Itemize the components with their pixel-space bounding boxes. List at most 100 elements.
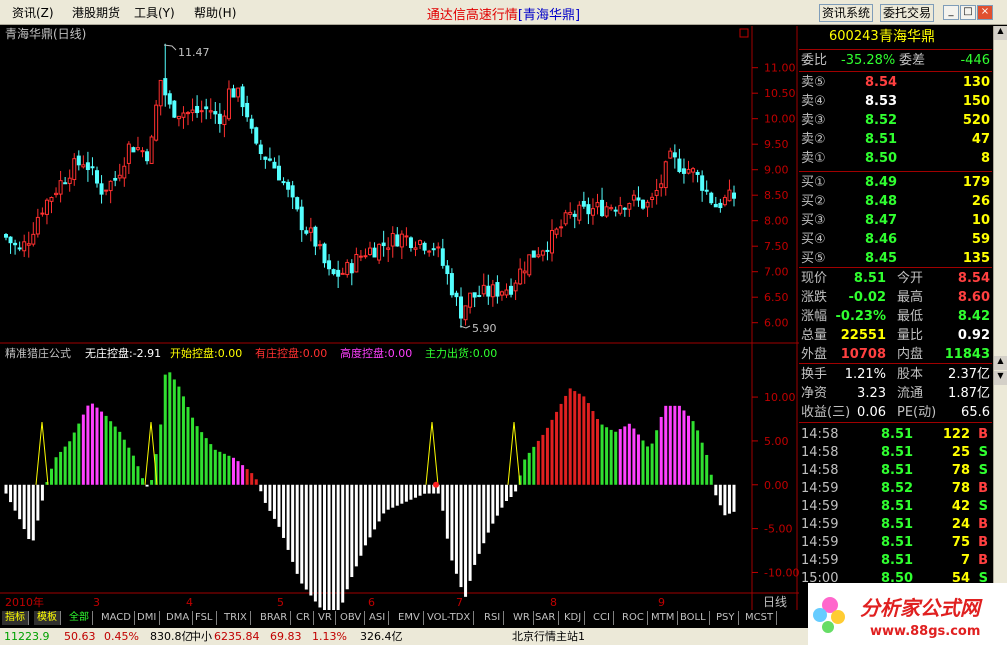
candle-body (654, 189, 659, 196)
tab-dma[interactable]: DMA (163, 611, 194, 625)
tab-roc[interactable]: ROC (619, 611, 648, 625)
tab-emv[interactable]: EMV (395, 611, 424, 625)
tab-sar[interactable]: SAR (532, 611, 560, 625)
price-tick-label: 10.50 (764, 87, 796, 100)
tab-fsl[interactable]: FSL (192, 611, 217, 625)
candle-body (290, 185, 295, 198)
tab-vr[interactable]: VR (315, 611, 336, 625)
sell-price: 8.52 (865, 113, 898, 128)
candle-body (390, 232, 395, 247)
tab-kdj[interactable]: KDJ (561, 611, 586, 625)
candle-body (518, 268, 523, 285)
indicator-bar (464, 484, 468, 597)
tab-dmi[interactable]: DMI (134, 611, 161, 625)
tab-全部[interactable]: 全部 (66, 611, 93, 625)
candle-body (267, 158, 272, 161)
indicator-bar (477, 484, 481, 554)
candle-body (99, 183, 104, 195)
period-label[interactable]: 日线 (763, 595, 787, 609)
indicator-bar (350, 484, 354, 578)
tab-psy[interactable]: PSY (713, 611, 739, 625)
indicator-bar (386, 484, 390, 510)
tab-brar[interactable]: BRAR (257, 611, 292, 625)
tab-rsi[interactable]: RSI (481, 611, 505, 625)
indicator-bar (59, 451, 63, 485)
candle-body (4, 234, 8, 238)
candle-body (636, 197, 641, 201)
candle-body (413, 247, 418, 250)
stat-value: -0.23% (835, 309, 887, 324)
candle-body (254, 127, 259, 144)
tick-price: 8.51 (881, 463, 914, 478)
candle-body (695, 171, 700, 175)
indicator-bar (22, 484, 26, 530)
tab-trix[interactable]: TRIX (221, 611, 251, 625)
tab-vol-tdx[interactable]: VOL-TDX (424, 611, 475, 625)
candle-body (336, 269, 341, 277)
indicator-bar (491, 484, 495, 524)
tick-side: B (978, 427, 988, 442)
menu-info[interactable]: 资讯(Z) (12, 4, 54, 21)
tab-obv[interactable]: OBV (337, 611, 366, 625)
candle-body (95, 170, 99, 184)
indicator-bar (514, 484, 518, 492)
indicator-bar (682, 410, 686, 485)
candle-body (76, 155, 81, 166)
menu-tools[interactable]: 工具(Y) (134, 4, 175, 21)
tab-mtm[interactable]: MTM (648, 611, 679, 625)
tab-指标[interactable]: 指标 (2, 611, 29, 625)
candle-body (531, 250, 536, 258)
indicator-bar (313, 484, 317, 602)
candle-body (158, 79, 163, 107)
indicator-bar (659, 416, 663, 485)
trade-button[interactable]: 委托交易 (880, 4, 935, 22)
candle-body (627, 203, 632, 210)
menu-hk-futures[interactable]: 港股期货 (72, 4, 120, 21)
indicator-bar (354, 484, 358, 567)
indicator-bar (404, 484, 408, 502)
candle-body (481, 284, 486, 295)
scroll-up-icon[interactable]: ▲ (994, 26, 1007, 40)
tab-cr[interactable]: CR (293, 611, 314, 625)
indicator-bar (113, 426, 117, 485)
menu-help[interactable]: 帮助(H) (194, 4, 236, 21)
tab-cci[interactable]: CCI (590, 611, 614, 625)
fund-value: 2.37亿 (948, 367, 990, 382)
candle-body (700, 175, 705, 191)
tab-macd[interactable]: MACD (98, 611, 135, 625)
close-button[interactable]: × (977, 5, 993, 20)
stat-label: 内盘 (897, 347, 924, 362)
tick-time: 14:59 (801, 553, 839, 568)
signal-dot (433, 481, 439, 488)
candle-body (677, 158, 682, 172)
scroll-up-icon-2[interactable]: ▲ (994, 356, 1007, 370)
tab-模板[interactable]: 模板 (34, 611, 61, 625)
candle-body (281, 181, 286, 184)
buy-label: 买② (801, 194, 826, 209)
tab-wr[interactable]: WR (510, 611, 534, 625)
candle-body (681, 168, 686, 174)
tab-boll[interactable]: BOLL (677, 611, 710, 625)
candle-body (113, 177, 118, 181)
candle-body (40, 212, 45, 215)
minimize-button[interactable]: _ (943, 5, 959, 20)
tab-mcst[interactable]: MCST (742, 611, 778, 625)
price-tick-label: 8.00 (764, 215, 789, 228)
tick-row: 14:58 8.51 78 S (799, 461, 992, 480)
stat-row: 涨幅 -0.23% 最低 8.42 (799, 307, 992, 326)
scroll-down-icon[interactable]: ▼ (994, 371, 1007, 385)
candle-body (131, 147, 136, 153)
maximize-button[interactable]: □ (960, 5, 976, 20)
chart-area[interactable]: 11.00 10.50 10.00 9.50 9.00 8.50 8.00 7.50 7.00 6… (0, 26, 799, 610)
indicator-bar (545, 427, 549, 485)
tick-side: B (978, 481, 988, 496)
indicator-bar (700, 442, 704, 485)
tick-volume: 24 (951, 517, 970, 532)
info-system-button[interactable]: 资讯系统 (819, 4, 874, 22)
candle-body (408, 237, 413, 248)
tick-time: 14:58 (801, 463, 839, 478)
buy-label: 买① (801, 175, 826, 190)
candle-body (613, 209, 618, 212)
scrollbar[interactable]: ▲ ▲ ▼ (993, 26, 1007, 626)
tab-asi[interactable]: ASI (366, 611, 390, 625)
